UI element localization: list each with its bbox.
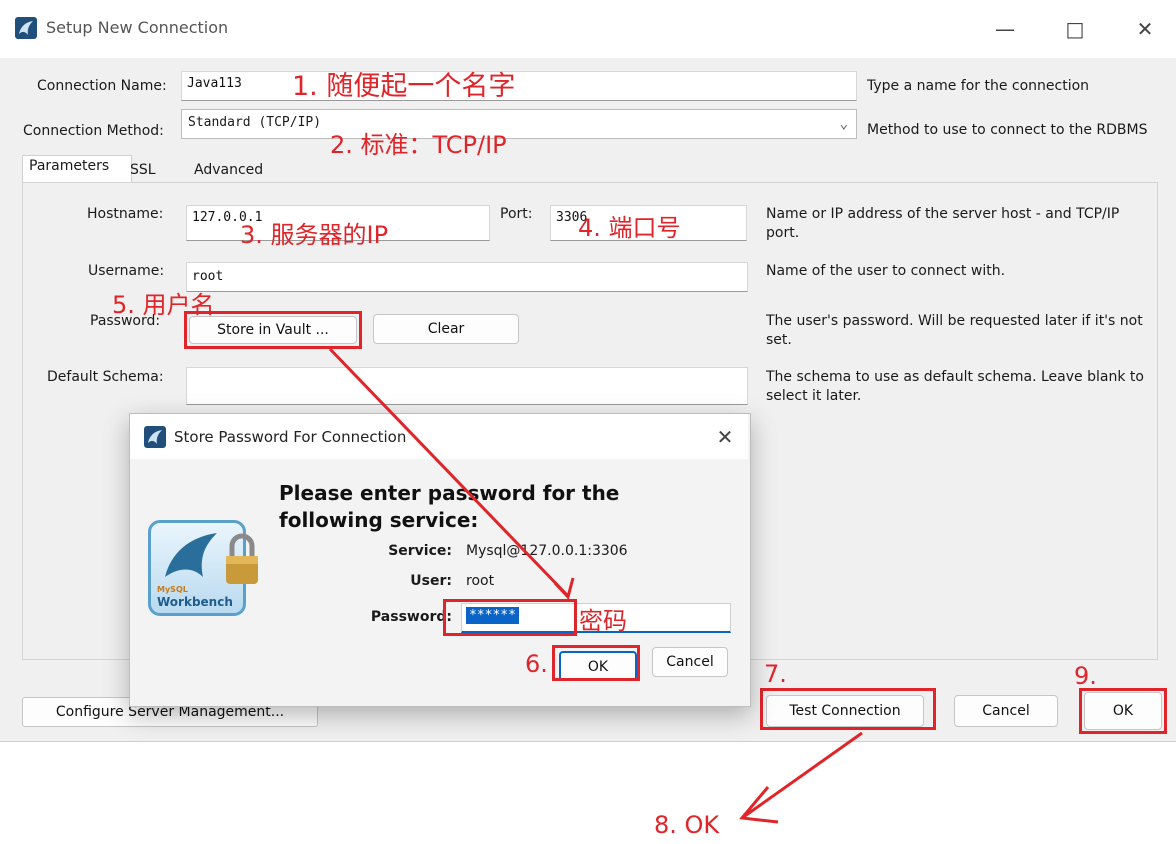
annotation-6: 6. (525, 650, 548, 678)
annotation-arrows (328, 347, 863, 824)
annotation-5: 5. 用户名 (112, 291, 215, 319)
annotation-1: 1. 随便起一个名字 (292, 71, 516, 102)
annotation-2: 2. 标准：TCP/IP (330, 131, 507, 159)
annotation-3: 3. 服务器的IP (240, 221, 389, 249)
arrow-test-to-ok (741, 731, 863, 820)
arrow-vault-to-password (328, 347, 569, 597)
annotation-8: 8. OK (654, 811, 720, 839)
annotation-7: 7. (764, 660, 787, 688)
annotation-password: 密码 (579, 607, 627, 635)
annotation-4: 4. 端口号 (578, 214, 681, 242)
annotation-9: 9. (1074, 662, 1097, 690)
arrowhead-password (553, 577, 575, 601)
